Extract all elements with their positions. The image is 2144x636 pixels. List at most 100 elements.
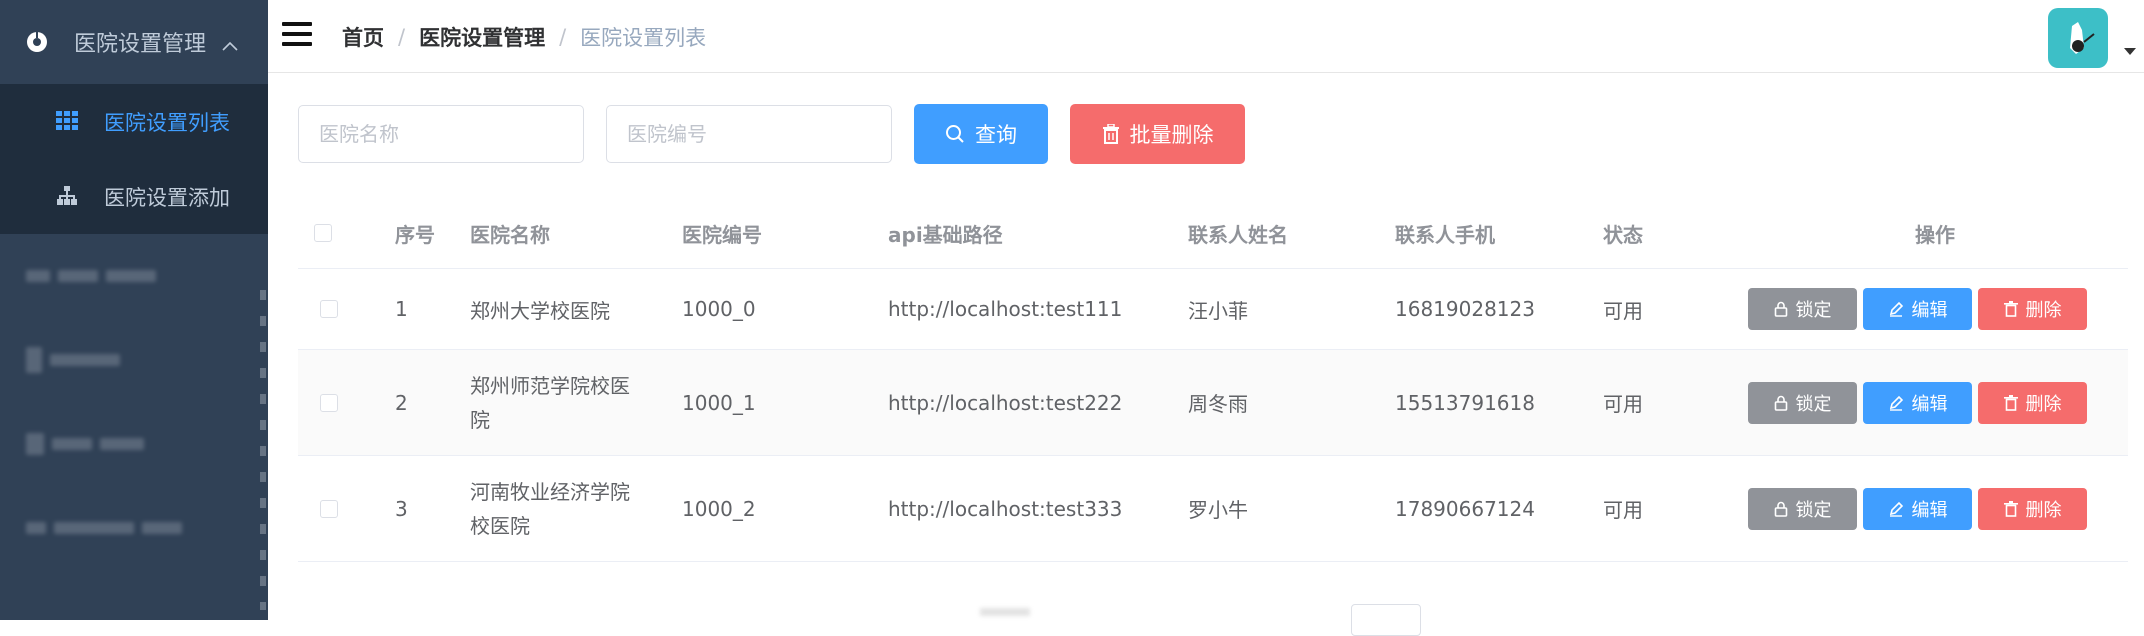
- sidebar-item-hospital-list[interactable]: 医院设置列表: [0, 84, 268, 159]
- lock-button[interactable]: 锁定: [1748, 288, 1857, 330]
- row-contact-name: 周冬雨: [1188, 392, 1248, 416]
- row-actions: 锁定 编辑 删除: [1748, 381, 2093, 424]
- batch-delete-label: 批量删除: [1129, 123, 1214, 147]
- avatar-image: [2070, 22, 2095, 54]
- lock-button[interactable]: 锁定: [1748, 487, 1857, 530]
- delete-label: 删除: [2025, 393, 2062, 415]
- edit-button[interactable]: 编辑: [1863, 288, 1972, 330]
- row-api-path: http://localhost:test333: [888, 496, 1123, 521]
- trash-icon: [2003, 394, 2018, 411]
- hospital-name-input[interactable]: [298, 105, 584, 163]
- query-button[interactable]: 查询: [914, 104, 1048, 164]
- lock-button[interactable]: 锁定: [1748, 381, 1857, 424]
- row-api-path: http://localhost:test111: [888, 297, 1123, 321]
- sidebar: 医院设置管理 医院设置列表 医院设置添加: [0, 0, 268, 620]
- chevron-up-icon: [222, 32, 238, 57]
- row-checkbox[interactable]: [320, 499, 338, 518]
- row-actions: 锁定 编辑 删除: [1748, 487, 2093, 530]
- col-actions: 操作: [1915, 222, 1955, 247]
- row-checkbox[interactable]: [320, 300, 338, 318]
- edit-button[interactable]: 编辑: [1863, 381, 1972, 424]
- hospital-table: 序号 医院名称 医院编号 api基础路径 联系人姓名 联系人手机 状态 操作 1…: [298, 198, 2128, 562]
- sidebar-item-blurred[interactable]: [0, 234, 268, 318]
- edit-label: 编辑: [1911, 499, 1948, 521]
- sidebar-item-hospital-add[interactable]: 医院设置添加: [0, 159, 268, 234]
- row-hospital-code: 1000_1: [682, 390, 756, 415]
- breadcrumb: 首页 / 医院设置管理 / 医院设置列表: [342, 22, 706, 52]
- hospital-name-line: 郑州大学校医院: [470, 298, 610, 323]
- sidebar-scrollbar[interactable]: [260, 290, 266, 610]
- row-contact-name: 罗小牛: [1188, 498, 1248, 522]
- row-actions: 锁定 编辑 删除: [1748, 288, 2093, 330]
- grid-icon: [56, 110, 78, 133]
- caret-down-icon[interactable]: [2124, 48, 2136, 55]
- lock-icon: [1774, 501, 1787, 517]
- edit-label: 编辑: [1911, 393, 1948, 415]
- select-all-checkbox[interactable]: [314, 224, 332, 242]
- table-row: 3 河南牧业经济学院 校医院 1000_2 http://localhost:te…: [298, 456, 2128, 562]
- sidebar-item-blurred[interactable]: [0, 318, 268, 402]
- edit-button[interactable]: 编辑: [1863, 487, 1972, 530]
- sidebar-item-blurred[interactable]: [0, 402, 268, 486]
- breadcrumb-home[interactable]: 首页: [342, 22, 384, 52]
- row-index: 1: [395, 297, 408, 321]
- pagination-page-box[interactable]: [1351, 604, 1421, 636]
- hamburger-icon[interactable]: [282, 22, 314, 48]
- query-label: 查询: [975, 123, 1017, 147]
- row-checkbox[interactable]: [320, 393, 338, 412]
- search-icon: [946, 125, 964, 143]
- row-hospital-name: 河南牧业经济学院 校医院: [470, 475, 630, 543]
- row-index: 2: [395, 390, 408, 415]
- row-status: 可用: [1603, 392, 1643, 416]
- lock-label: 锁定: [1795, 499, 1832, 521]
- table-row: 1 郑州大学校医院 1000_0 http://localhost:test11…: [298, 269, 2128, 350]
- col-status: 状态: [1603, 222, 1643, 247]
- row-contact-phone: 15513791618: [1395, 390, 1535, 415]
- delete-label: 删除: [2025, 499, 2062, 521]
- menu-title: 医院设置管理: [74, 32, 207, 57]
- lock-icon: [1774, 301, 1787, 317]
- breadcrumb-separator: /: [559, 25, 567, 49]
- col-api-path: api基础路径: [888, 222, 1003, 247]
- row-index: 3: [395, 496, 408, 521]
- row-contact-phone: 17890667124: [1395, 496, 1535, 521]
- breadcrumb-hospital-settings[interactable]: 医院设置管理: [419, 22, 545, 52]
- hospital-name-line: 郑州师范学院校医: [470, 373, 630, 398]
- sidebar-item-label: 医院设置列表: [104, 110, 230, 135]
- row-hospital-code: 1000_2: [682, 496, 756, 521]
- row-contact-phone: 16819028123: [1395, 297, 1535, 321]
- hospital-name-line: 校医院: [470, 513, 530, 538]
- col-contact-phone: 联系人手机: [1395, 222, 1495, 247]
- avatar[interactable]: [2048, 8, 2108, 68]
- col-hospital-code: 医院编号: [682, 222, 762, 247]
- trash-icon: [2003, 500, 2018, 517]
- hospital-name-line: 河南牧业经济学院: [470, 479, 630, 504]
- settings-icon: [26, 31, 48, 53]
- navbar: 首页 / 医院设置管理 / 医院设置列表: [268, 0, 2144, 73]
- trash-icon: [1102, 124, 1119, 144]
- table-header: 序号 医院名称 医院编号 api基础路径 联系人姓名 联系人手机 状态 操作: [298, 198, 2128, 269]
- delete-button[interactable]: 删除: [1978, 288, 2087, 330]
- delete-button[interactable]: 删除: [1978, 381, 2087, 424]
- menu-hospital-settings[interactable]: 医院设置管理: [0, 0, 268, 84]
- lock-label: 锁定: [1795, 393, 1832, 415]
- row-hospital-name: 郑州师范学院校医院: [470, 369, 630, 437]
- col-index: 序号: [395, 222, 435, 247]
- edit-icon: [1889, 395, 1903, 411]
- batch-delete-button[interactable]: 批量删除: [1070, 104, 1245, 164]
- hospital-code-input[interactable]: [606, 105, 892, 163]
- sidebar-item-label: 医院设置添加: [104, 185, 230, 210]
- tree-icon: [56, 185, 78, 208]
- breadcrumb-current: 医院设置列表: [580, 26, 707, 50]
- edit-icon: [1889, 301, 1903, 317]
- submenu: 医院设置列表 医院设置添加: [0, 84, 268, 234]
- row-status: 可用: [1603, 498, 1643, 522]
- breadcrumb-separator: /: [398, 25, 406, 49]
- col-contact-name: 联系人姓名: [1188, 222, 1288, 247]
- delete-button[interactable]: 删除: [1978, 487, 2087, 530]
- pagination-text: [980, 608, 1030, 616]
- sidebar-item-blurred[interactable]: [0, 486, 268, 570]
- filter-bar: 查询 批量删除: [298, 104, 1267, 164]
- row-hospital-name: 郑州大学校医院: [470, 295, 610, 324]
- edit-icon: [1889, 501, 1903, 517]
